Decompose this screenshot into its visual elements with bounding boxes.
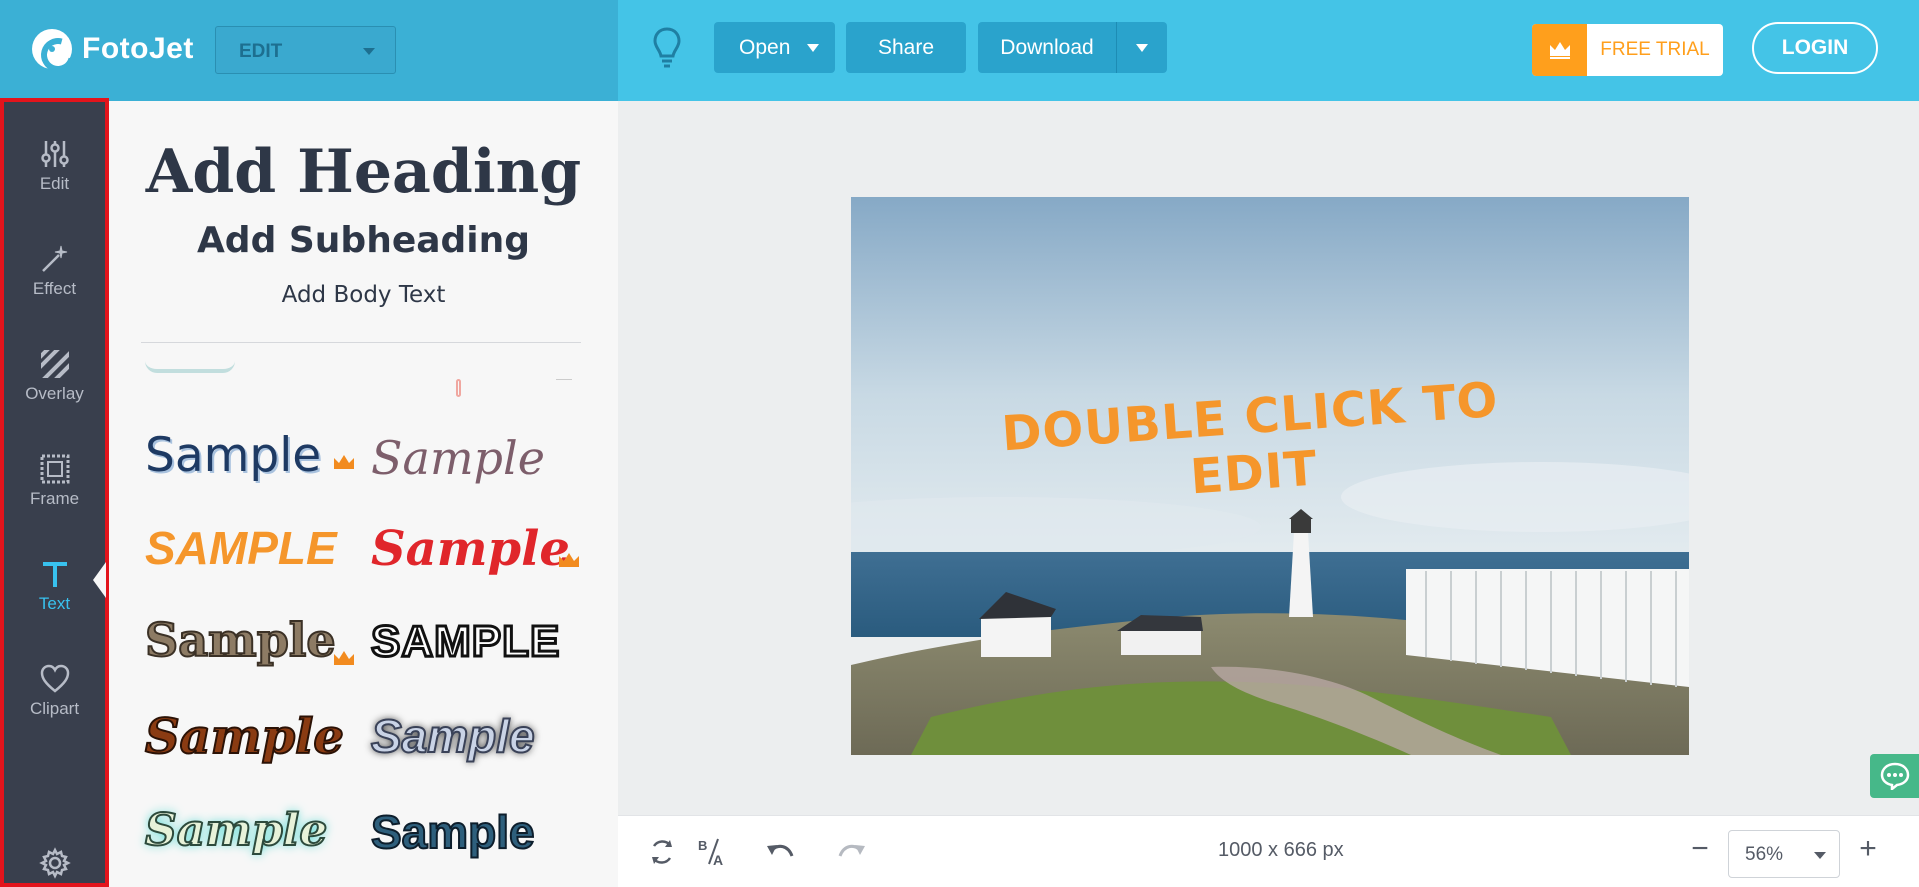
- rail-item-label: Text: [38, 593, 71, 613]
- chevron-down-icon: [1814, 852, 1826, 859]
- bottom-bar: B A 1000 x 666 px − 56% +: [618, 815, 1919, 887]
- free-trial-label: FREE TRIAL: [1600, 39, 1710, 60]
- settings-button[interactable]: [4, 843, 105, 883]
- share-button[interactable]: Share: [846, 22, 966, 73]
- undo-icon[interactable]: [764, 836, 796, 868]
- premium-crown-icon: [559, 553, 579, 567]
- rail-item-frame[interactable]: Frame: [4, 433, 105, 528]
- text-style-sample[interactable]: SAMPLE: [145, 521, 337, 575]
- text-t-icon: [42, 561, 67, 587]
- partial-sample-row: [456, 379, 461, 397]
- crown-icon: [1532, 24, 1587, 76]
- chevron-down-icon: [807, 44, 819, 52]
- download-button[interactable]: Download: [978, 22, 1167, 73]
- redo-icon[interactable]: [836, 836, 868, 868]
- top-bar-left: FotoJet EDIT: [0, 0, 618, 101]
- svg-text:B: B: [698, 838, 707, 853]
- text-style-sample[interactable]: Sample: [371, 521, 570, 577]
- rail-item-text[interactable]: Text: [4, 538, 105, 633]
- chevron-down-icon: [363, 48, 375, 55]
- text-style-sample[interactable]: Sample: [144, 708, 345, 766]
- sliders-icon: [40, 140, 69, 167]
- free-trial-button[interactable]: FREE TRIAL: [1532, 24, 1723, 76]
- text-style-sample[interactable]: Sample: [144, 612, 337, 668]
- text-panel: Add Heading Add Subheading Add Body Text…: [109, 101, 618, 887]
- stripes-icon: [40, 349, 69, 378]
- heart-icon: [40, 664, 69, 693]
- lighthouse-photo[interactable]: DOUBLE CLICK TO EDIT: [851, 197, 1689, 755]
- chevron-down-icon: [1136, 43, 1148, 52]
- rail-item-overlay[interactable]: Overlay: [4, 328, 105, 423]
- share-button-label: Share: [877, 35, 935, 59]
- mode-select[interactable]: EDIT: [215, 26, 396, 74]
- text-style-sample[interactable]: SAMPLE: [369, 616, 560, 668]
- login-button-label: LOGIN: [1781, 36, 1849, 59]
- download-options-button[interactable]: [1116, 22, 1167, 73]
- svg-text:A: A: [713, 852, 723, 868]
- rail-item-effect[interactable]: Effect: [4, 223, 105, 318]
- frame-icon: [40, 454, 69, 483]
- rail-item-label: Effect: [32, 278, 77, 298]
- rail-item-label: Frame: [29, 488, 80, 508]
- rail-item-label: Edit: [39, 173, 70, 193]
- text-style-sample[interactable]: Sample: [145, 428, 321, 483]
- rail-item-edit[interactable]: Edit: [4, 118, 105, 213]
- open-button[interactable]: Open: [714, 22, 835, 73]
- chat-bubble-icon: [1880, 762, 1909, 790]
- flip-icon[interactable]: B A: [696, 836, 728, 868]
- active-rail-pointer: [93, 562, 106, 598]
- rail-item-label: Clipart: [29, 698, 80, 718]
- partial-sample-row: [556, 379, 572, 380]
- lighthouse: [1289, 509, 1313, 617]
- fotojet-logo-icon: [32, 29, 72, 69]
- rail-item-label: Overlay: [25, 383, 84, 403]
- login-button[interactable]: LOGIN: [1752, 22, 1878, 74]
- divider: [141, 342, 581, 343]
- chat-support-button[interactable]: [1870, 754, 1919, 798]
- partial-sample-row: [145, 361, 235, 373]
- download-button-label: Download: [1000, 35, 1094, 59]
- zoom-value: 56%: [1745, 844, 1784, 865]
- premium-crown-icon: [334, 651, 354, 665]
- text-style-sample[interactable]: Sample: [144, 804, 328, 857]
- text-style-sample[interactable]: Sample: [371, 431, 545, 485]
- rotate-icon[interactable]: [646, 836, 678, 868]
- premium-crown-icon: [334, 455, 354, 469]
- lightbulb-icon[interactable]: [652, 26, 682, 70]
- left-tool-rail: Edit Effect Overlay Frame Text Clipart: [0, 98, 109, 887]
- top-bar: FotoJet EDIT Open Share Download FREE TR…: [0, 0, 1919, 101]
- add-body-text-option[interactable]: Add Body Text: [109, 282, 618, 308]
- zoom-in-button[interactable]: +: [1853, 832, 1883, 868]
- gear-icon: [38, 847, 71, 879]
- text-style-sample[interactable]: Sample: [370, 709, 536, 763]
- zoom-select[interactable]: 56%: [1728, 830, 1840, 878]
- add-subheading-option[interactable]: Add Subheading: [109, 220, 618, 261]
- text-style-sample[interactable]: Sample: [370, 805, 536, 859]
- open-button-label: Open: [739, 35, 791, 59]
- mode-select-value: EDIT: [239, 41, 283, 62]
- canvas-dimensions: 1000 x 666 px: [1218, 839, 1344, 861]
- logo-text: FotoJet: [82, 32, 194, 65]
- add-heading-option[interactable]: Add Heading: [109, 137, 618, 207]
- fotojet-logo[interactable]: FotoJet: [32, 29, 194, 69]
- rail-item-clipart[interactable]: Clipart: [4, 643, 105, 738]
- zoom-out-button[interactable]: −: [1685, 832, 1715, 868]
- magic-wand-icon: [41, 245, 67, 272]
